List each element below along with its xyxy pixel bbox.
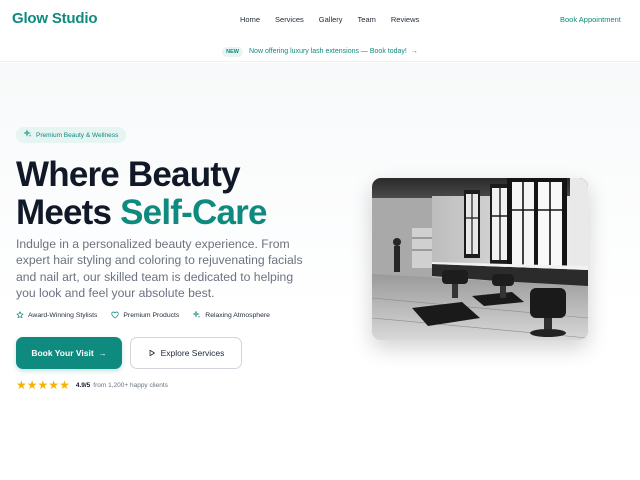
main-nav: Home Services Gallery Team Reviews (240, 15, 434, 24)
feature-label: Award-Winning Stylists (28, 311, 98, 319)
rating-caption: from 1,200+ happy clients (93, 382, 168, 389)
explore-services-button[interactable]: Explore Services (130, 337, 242, 369)
arrow-right-icon: → (410, 48, 418, 55)
site-header: Glow Studio Home Services Gallery Team R… (0, 0, 640, 40)
nav-link-services[interactable]: Services (275, 15, 304, 24)
announcement-link[interactable]: NEW Now offering luxury lash extensions … (222, 46, 418, 57)
salon-interior-image (372, 178, 588, 340)
feature-item: Premium Products (111, 311, 179, 319)
new-badge: NEW (222, 46, 243, 57)
nav-link-home[interactable]: Home (240, 15, 260, 24)
feature-label: Relaxing Atmosphere (205, 311, 270, 319)
star-outline-icon (16, 311, 24, 319)
feature-item: Award-Winning Stylists (16, 311, 97, 319)
star-icon: ★ (48, 378, 60, 392)
category-pill: Premium Beauty & Wellness (16, 127, 127, 143)
star-icon: ★ (26, 378, 38, 392)
feature-item: Relaxing Atmosphere (193, 311, 270, 319)
hero-title-prefix: Meets (16, 193, 121, 232)
sparkle-icon (23, 129, 32, 140)
book-visit-button[interactable]: Book Your Visit → (16, 337, 122, 369)
hero-title-line-1: Where Beauty (16, 155, 241, 194)
hero-description: Indulge in a personalized beauty experie… (16, 237, 303, 300)
announcement-text: Now offering luxury lash extensions — Bo… (249, 48, 407, 55)
book-visit-label: Book Your Visit (31, 348, 94, 358)
nav-link-gallery[interactable]: Gallery (319, 15, 343, 24)
arrow-right-icon: → (98, 348, 107, 358)
star-icon: ★ (59, 378, 70, 392)
feature-label: Premium Products (123, 311, 180, 319)
nav-link-reviews[interactable]: Reviews (391, 15, 419, 24)
hero-title-accent: Self-Care (120, 193, 267, 232)
star-icon: ★ (37, 378, 49, 392)
brand-logo[interactable]: Glow Studio (12, 10, 97, 27)
hero-title: Where Beauty Meets Self-Care (16, 156, 267, 232)
heart-outline-icon (111, 311, 119, 319)
rating-score: 4.9/5 (75, 382, 91, 389)
pill-label: Premium Beauty & Wellness (36, 131, 119, 139)
nav-link-team[interactable]: Team (358, 15, 376, 24)
explore-services-label: Explore Services (160, 348, 225, 358)
sparkle-icon (193, 311, 201, 318)
hero-title-line-2: Meets Self-Care (16, 194, 267, 232)
announcement-bar: NEW Now offering luxury lash extensions … (0, 42, 640, 62)
star-icon: ★ (16, 378, 27, 392)
rating-summary: ★ ★ ★ ★ ★ 4.9/5 from 1,200+ happy client… (16, 378, 168, 392)
play-icon (149, 349, 155, 357)
star-rating: ★ ★ ★ ★ ★ (16, 378, 70, 392)
feature-list: Award-Winning Stylists Premium Products … (16, 311, 284, 319)
book-appointment-link[interactable]: Book Appointment (560, 15, 621, 24)
